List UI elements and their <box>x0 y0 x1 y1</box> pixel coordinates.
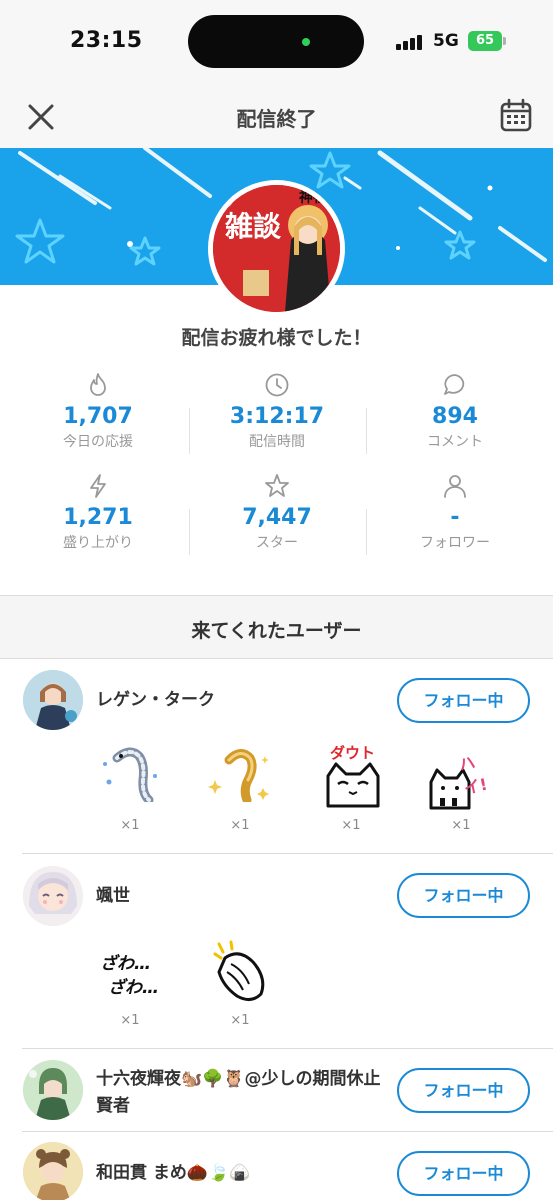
user-name: 十六夜輝夜🐿️🌳🦉@少しの期間休止 <box>96 1069 381 1089</box>
avatar[interactable] <box>23 1142 83 1200</box>
avatar-image <box>23 1060 83 1120</box>
gift-count: ×1 <box>230 818 250 833</box>
hai-cat-icon: ハイ! <box>425 742 495 810</box>
gift-count: ×1 <box>230 1013 250 1028</box>
user-name: 颯世 <box>96 886 130 906</box>
calendar-icon[interactable] <box>497 96 535 134</box>
stat-value: - <box>450 505 460 530</box>
stream-finished-message: 配信お疲れ様でした！ <box>181 327 372 349</box>
stat-value: 1,271 <box>63 505 133 530</box>
clapping-hands-icon <box>205 940 275 1001</box>
user-name-continued: 賢者 <box>96 1096 130 1116</box>
stat-label: コメント <box>427 434 483 450</box>
zawa-text-icon: ざわ… ざわ… <box>96 945 166 1005</box>
status-bar: 23:15 5G 65 <box>0 0 553 86</box>
stat-duration: 3:12:17 配信時間 <box>185 372 369 451</box>
page-title: 配信終了 <box>236 107 317 131</box>
camera-indicator-dot <box>302 38 310 46</box>
battery-icon: 65 <box>468 31 502 51</box>
network-type: 5G <box>433 31 459 51</box>
row-divider <box>22 853 553 854</box>
following-button[interactable]: フォロー中 <box>397 1151 530 1196</box>
stat-value: 894 <box>432 404 478 429</box>
stat-followers: - フォロワー <box>363 473 547 552</box>
clock-time: 23:15 <box>70 28 143 53</box>
stat-divider <box>189 509 190 555</box>
stat-comments: 894 コメント <box>363 372 547 451</box>
user-name: レゲン・ターク <box>96 690 215 710</box>
row-divider <box>22 1048 553 1049</box>
gift-caption: ざわ… <box>100 954 151 974</box>
following-button[interactable]: フォロー中 <box>397 873 530 918</box>
gift-caption: ざわ… <box>108 978 159 998</box>
row-divider <box>22 1131 553 1132</box>
gift-count: ×1 <box>451 818 471 833</box>
stat-value: 3:12:17 <box>229 404 325 429</box>
stream-thumbnail: 雑談 神社 <box>208 180 345 317</box>
gift-count: ×1 <box>120 818 140 833</box>
stat-excitement: 1,271 盛り上がり <box>6 473 190 552</box>
stat-divider <box>366 509 367 555</box>
lightning-icon <box>90 474 106 498</box>
stat-support: 1,707 今日の応援 <box>6 372 190 451</box>
avatar-image <box>23 670 83 730</box>
following-button[interactable]: フォロー中 <box>397 678 530 723</box>
avatar-image <box>23 1142 83 1200</box>
stat-label: 配信時間 <box>249 434 305 450</box>
gift-count: ×1 <box>120 1013 140 1028</box>
thumbnail-tag: 神社 <box>299 190 327 206</box>
comment-icon <box>444 374 465 395</box>
navigation-bar: 配信終了 <box>0 86 553 148</box>
doubt-cat-icon: ダウト <box>318 742 388 808</box>
thumbnail-title: 雑談 <box>225 210 282 243</box>
stat-label: 盛り上がり <box>63 535 133 551</box>
user-name: 和田貫 まめ🌰🍃🍙 <box>96 1163 251 1183</box>
stat-value: 7,447 <box>242 505 312 530</box>
stat-divider <box>366 408 367 454</box>
dynamic-island <box>188 15 364 68</box>
section-title: 来てくれたユーザー <box>191 620 362 642</box>
gift-caption: ダウト <box>330 744 376 762</box>
stat-divider <box>189 408 190 454</box>
avatar[interactable] <box>23 866 83 926</box>
star-icon <box>265 474 289 497</box>
following-button[interactable]: フォロー中 <box>397 1068 530 1113</box>
gift-count: ×1 <box>341 818 361 833</box>
clock-icon <box>265 373 289 397</box>
eel-icon <box>95 742 165 805</box>
signal-icon <box>396 34 426 50</box>
avatar[interactable] <box>23 1060 83 1120</box>
person-icon <box>444 475 466 498</box>
avatar-image <box>23 866 83 926</box>
stat-value: 1,707 <box>63 404 133 429</box>
stat-stars: 7,447 スター <box>185 473 369 552</box>
battery-cap <box>503 37 506 45</box>
stat-label: スター <box>256 535 298 551</box>
golden-eel-icon <box>205 742 275 805</box>
stat-label: 今日の応援 <box>63 434 133 450</box>
avatar[interactable] <box>23 670 83 730</box>
visitors-section-header: 来てくれたユーザー <box>0 596 553 659</box>
stat-label: フォロワー <box>420 535 490 551</box>
flame-icon <box>90 373 106 396</box>
